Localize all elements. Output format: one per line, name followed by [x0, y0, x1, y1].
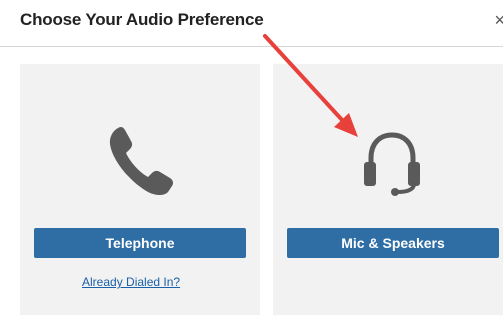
- telephone-icon: [104, 120, 178, 205]
- dialog-title: Choose Your Audio Preference: [20, 10, 264, 29]
- mic-speakers-option-card[interactable]: Mic & Speakers: [273, 64, 503, 315]
- mic-speakers-button[interactable]: Mic & Speakers: [287, 228, 499, 258]
- headset-icon: [360, 128, 424, 203]
- telephone-option-card[interactable]: Telephone Already Dialed In?: [20, 64, 260, 315]
- telephone-button[interactable]: Telephone: [34, 228, 246, 258]
- close-icon[interactable]: ×: [494, 10, 503, 30]
- dialog-header: Choose Your Audio Preference ×: [0, 0, 503, 47]
- already-dialed-in-link[interactable]: Already Dialed In?: [82, 275, 180, 289]
